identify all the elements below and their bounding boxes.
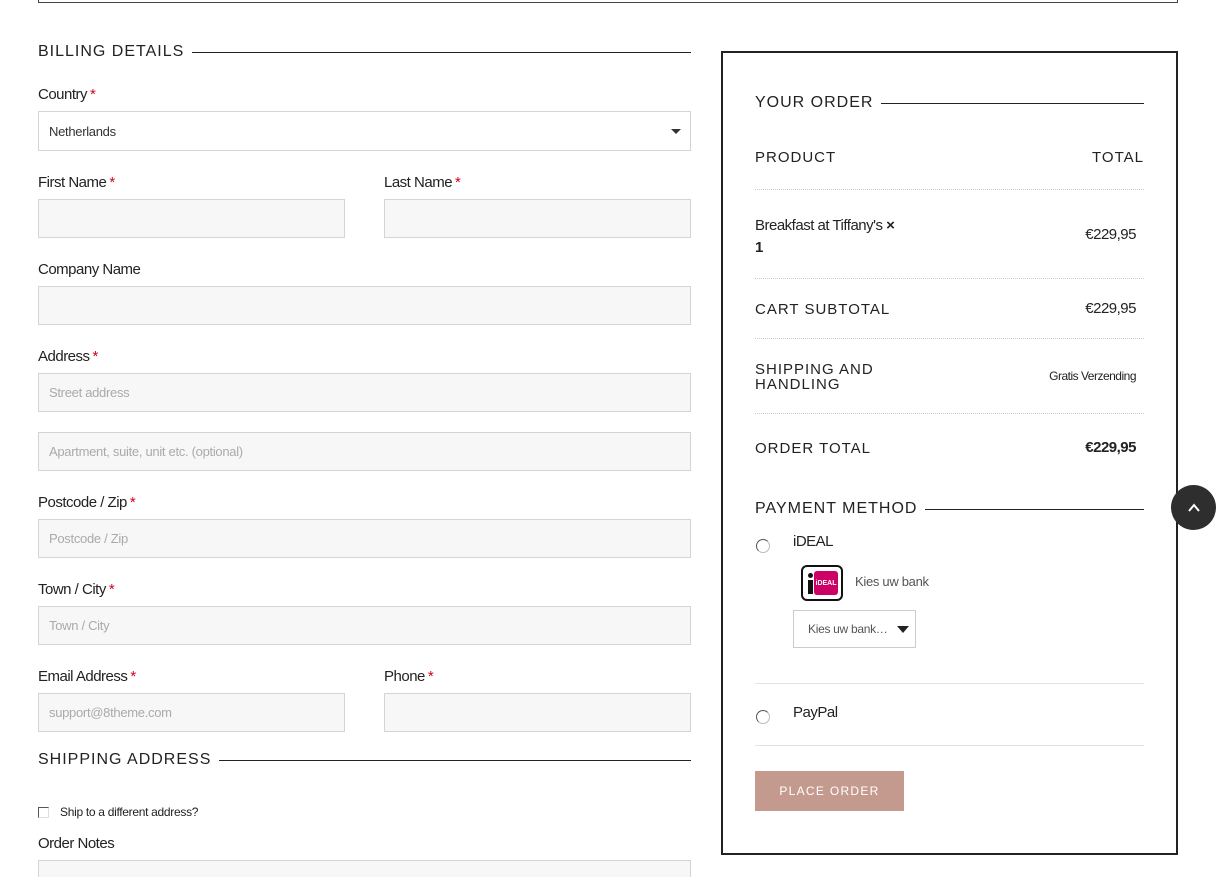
product-column-header: PRODUCT: [755, 149, 837, 166]
row-divider: [755, 278, 1144, 279]
city-label-text: Town / City: [38, 581, 106, 598]
shipping-section-header: SHIPPING ADDRESS: [38, 748, 691, 772]
order-title: YOUR ORDER: [755, 94, 874, 111]
order-item-price: €229,95: [1085, 226, 1136, 243]
first-name-label: First Name *: [38, 174, 115, 191]
bank-select[interactable]: Kies uw bank…: [793, 610, 916, 648]
total-column-header: TOTAL: [1092, 149, 1144, 166]
email-placeholder: support@8theme.com: [49, 705, 172, 720]
country-select[interactable]: Netherlands: [38, 111, 691, 151]
paypal-label[interactable]: PayPal: [793, 704, 838, 721]
postcode-label: Postcode / Zip *: [38, 494, 136, 511]
shipping-title: SHIPPING ADDRESS: [38, 751, 212, 768]
caret-down-icon: [897, 626, 909, 633]
city-label: Town / City *: [38, 581, 115, 598]
section-rule: [925, 508, 1144, 510]
place-order-button[interactable]: PLACE ORDER: [755, 771, 904, 811]
country-label: Country *: [38, 86, 96, 103]
email-label: Email Address *: [38, 668, 136, 685]
city-placeholder: Town / City: [49, 618, 110, 633]
postcode-label-text: Postcode / Zip: [38, 494, 127, 511]
company-label-text: Company Name: [38, 261, 141, 278]
payment-section-header: PAYMENT METHOD: [755, 497, 1144, 521]
order-notes-textarea[interactable]: [38, 860, 691, 877]
paypal-radio[interactable]: [756, 710, 770, 724]
top-divider: [38, 0, 1178, 3]
required-mark: *: [130, 668, 136, 685]
last-name-label-text: Last Name: [384, 174, 453, 191]
required-mark: *: [109, 174, 115, 191]
ideal-label[interactable]: iDEAL: [793, 533, 834, 550]
order-section-header: YOUR ORDER: [755, 91, 1144, 115]
address-label: Address *: [38, 348, 98, 365]
street-address-input[interactable]: Street address: [38, 373, 691, 412]
last-name-label: Last Name *: [384, 174, 461, 191]
bank-select-value: Kies uw bank…: [808, 622, 888, 636]
billing-form: BILLING DETAILS: [38, 40, 691, 64]
postcode-placeholder: Postcode / Zip: [49, 531, 128, 546]
country-select-value: Netherlands: [49, 123, 116, 139]
row-divider: [755, 338, 1144, 339]
required-mark: *: [427, 668, 434, 685]
billing-title: BILLING DETAILS: [38, 43, 185, 60]
phone-label-text: Phone: [384, 668, 425, 685]
company-label: Company Name: [38, 261, 141, 278]
ideal-logo-dot: [808, 573, 813, 578]
phone-label: Phone *: [384, 668, 434, 685]
ship-different-label[interactable]: Ship to a different address?: [60, 805, 198, 819]
apartment-placeholder: Apartment, suite, unit etc. (optional): [49, 444, 243, 459]
email-input[interactable]: support@8theme.com: [38, 693, 345, 732]
shipping-handling-value: Gratis Verzending: [1049, 369, 1136, 383]
order-item-name: Breakfast at Tiffany's × 1: [755, 215, 905, 259]
ideal-radio[interactable]: [756, 539, 770, 553]
row-divider: [755, 683, 1144, 684]
apartment-input[interactable]: Apartment, suite, unit etc. (optional): [38, 432, 691, 471]
ideal-description: Kies uw bank: [855, 574, 929, 589]
email-label-text: Email Address: [38, 668, 128, 685]
address-label-text: Address: [38, 348, 90, 365]
payment-title: PAYMENT METHOD: [755, 500, 918, 517]
street-address-placeholder: Street address: [49, 385, 130, 400]
order-notes-label: Order Notes: [38, 835, 115, 852]
row-divider: [755, 413, 1144, 414]
cart-subtotal-label: CART SUBTOTAL: [755, 301, 891, 318]
order-item-title: Breakfast at Tiffany's: [755, 217, 883, 234]
row-divider: [755, 189, 1144, 190]
section-rule: [192, 51, 691, 53]
phone-input[interactable]: [384, 693, 691, 732]
first-name-input[interactable]: [38, 199, 345, 238]
required-mark: *: [129, 494, 136, 511]
chevron-up-icon: [1187, 502, 1200, 512]
ideal-logo: iDEAL: [801, 565, 843, 601]
ideal-logo-bar: [808, 580, 813, 594]
first-name-label-text: First Name: [38, 174, 107, 191]
last-name-input[interactable]: [384, 199, 691, 238]
section-rule: [219, 759, 691, 761]
required-mark: *: [90, 86, 96, 103]
ideal-logo-text: iDEAL: [814, 571, 838, 595]
order-review-panel: YOUR ORDER PRODUCT TOTAL Breakfast at Ti…: [721, 51, 1178, 855]
city-input[interactable]: Town / City: [38, 606, 691, 645]
company-input[interactable]: [38, 286, 691, 325]
shipping-handling-label: SHIPPING AND HANDLING: [755, 361, 874, 393]
caret-down-icon: [671, 129, 681, 134]
order-total-label: ORDER TOTAL: [755, 440, 872, 457]
billing-section-header: BILLING DETAILS: [38, 40, 691, 64]
required-mark: *: [92, 348, 99, 365]
row-divider: [755, 745, 1144, 746]
ship-different-checkbox[interactable]: [38, 807, 49, 818]
order-total-value: €229,95: [1085, 439, 1136, 456]
required-mark: *: [455, 174, 461, 191]
cart-subtotal-value: €229,95: [1085, 300, 1136, 317]
back-to-top-button[interactable]: [1171, 485, 1216, 530]
required-mark: *: [108, 581, 115, 598]
section-rule: [881, 102, 1144, 104]
order-notes-label-text: Order Notes: [38, 835, 115, 852]
postcode-input[interactable]: Postcode / Zip: [38, 519, 691, 558]
country-label-text: Country: [38, 86, 88, 103]
